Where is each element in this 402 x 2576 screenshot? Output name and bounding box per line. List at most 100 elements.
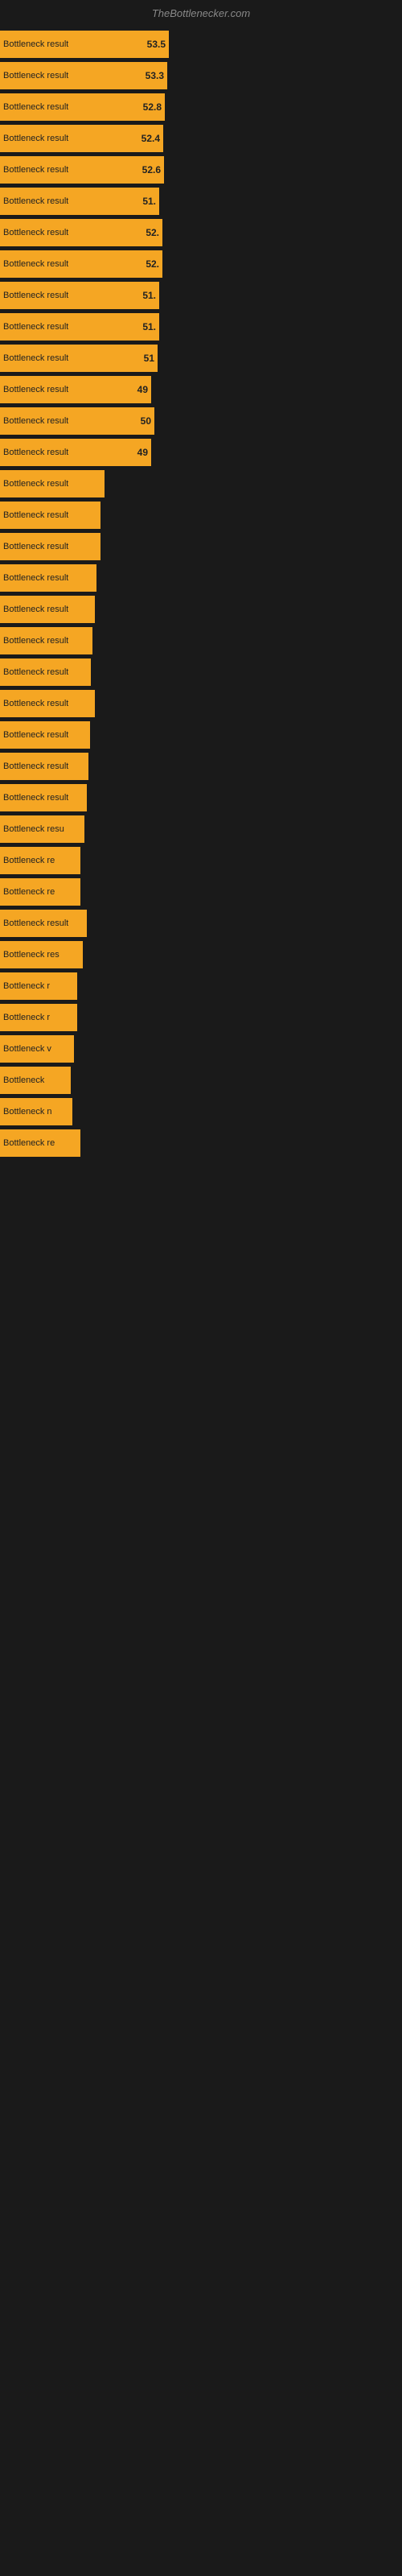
bar-row: Bottleneck result [0, 783, 402, 812]
bar-fill: Bottleneck result [0, 470, 105, 497]
bar-value: 49 [137, 447, 148, 458]
bar-label: Bottleneck result [3, 228, 68, 237]
bar-label: Bottleneck result [3, 291, 68, 300]
bar-label: Bottleneck result [3, 919, 68, 928]
bar-fill: Bottleneck result 50 [0, 407, 154, 435]
bar-row: Bottleneck result 51. [0, 312, 402, 341]
bar-row: Bottleneck result 49 [0, 438, 402, 467]
bar-fill: Bottleneck resu [0, 815, 84, 843]
bar-row: Bottleneck result [0, 752, 402, 781]
bar-fill: Bottleneck result [0, 627, 92, 654]
bar-fill: Bottleneck result [0, 910, 87, 937]
bar-row: Bottleneck re [0, 1129, 402, 1158]
bar-row: Bottleneck result [0, 532, 402, 561]
bar-fill: Bottleneck result 49 [0, 439, 151, 466]
bar-row: Bottleneck result52. [0, 250, 402, 279]
bar-row: Bottleneck result [0, 564, 402, 592]
bar-label: Bottleneck resu [3, 824, 64, 834]
bar-row: Bottleneck result [0, 720, 402, 749]
bar-row: Bottleneck result [0, 469, 402, 498]
bar-row: Bottleneck result [0, 658, 402, 687]
bar-label: Bottleneck result [3, 573, 68, 583]
bar-value: 53.3 [146, 70, 164, 81]
bar-label: Bottleneck r [3, 1013, 50, 1022]
bar-fill: Bottleneck r [0, 972, 77, 1000]
bar-row: Bottleneck r [0, 1003, 402, 1032]
bar-fill: Bottleneck result [0, 658, 91, 686]
bar-row: Bottleneck result 52.4 [0, 124, 402, 153]
bar-fill: Bottleneck result 53.3 [0, 62, 167, 89]
bar-label: Bottleneck result [3, 39, 68, 49]
bar-value: 49 [137, 384, 148, 395]
bar-label: Bottleneck result [3, 259, 68, 269]
bar-fill: Bottleneck v [0, 1035, 74, 1063]
bar-label: Bottleneck result [3, 353, 68, 363]
bar-fill: Bottleneck result 51. [0, 313, 159, 341]
bar-value: 51. [142, 321, 156, 332]
bar-label: Bottleneck result [3, 542, 68, 551]
bar-row: Bottleneck re [0, 846, 402, 875]
bar-row: Bottleneck n [0, 1097, 402, 1126]
bar-fill: Bottleneck result 52.4 [0, 125, 163, 152]
bar-row: Bottleneck result51 [0, 344, 402, 373]
bar-row: Bottleneck result51. [0, 187, 402, 216]
bar-value: 53.5 [147, 39, 166, 50]
bar-label: Bottleneck re [3, 856, 55, 865]
bar-label: Bottleneck result [3, 102, 68, 112]
bar-label: Bottleneck result [3, 322, 68, 332]
bar-label: Bottleneck result [3, 510, 68, 520]
bar-label: Bottleneck result [3, 71, 68, 80]
bar-value: 52.6 [142, 164, 161, 175]
bar-label: Bottleneck result [3, 605, 68, 614]
bar-fill: Bottleneck result 49 [0, 376, 151, 403]
bar-value: 50 [141, 415, 151, 427]
bar-row: Bottleneck result 52.6 [0, 155, 402, 184]
bar-fill: Bottleneck result 52.8 [0, 93, 165, 121]
bar-value: 52.4 [142, 133, 160, 144]
bar-fill: Bottleneck result [0, 753, 88, 780]
bar-label: Bottleneck result [3, 730, 68, 740]
bar-fill: Bottleneck result [0, 596, 95, 623]
bar-label: Bottleneck result [3, 134, 68, 143]
bar-label: Bottleneck re [3, 887, 55, 897]
bar-row: Bottleneck result52. [0, 218, 402, 247]
bar-row: Bottleneck result [0, 501, 402, 530]
bar-fill: Bottleneck result51 [0, 345, 158, 372]
bar-fill: Bottleneck re [0, 847, 80, 874]
bar-label: Bottleneck result [3, 699, 68, 708]
bar-label: Bottleneck result [3, 385, 68, 394]
bar-fill: Bottleneck re [0, 1129, 80, 1157]
bar-fill: Bottleneck result [0, 564, 96, 592]
bar-value: 52.8 [143, 101, 162, 113]
bar-label: Bottleneck result [3, 448, 68, 457]
bar-fill: Bottleneck r [0, 1004, 77, 1031]
bar-label: Bottleneck result [3, 762, 68, 771]
bar-fill: Bottleneck n [0, 1098, 72, 1125]
bar-row: Bottleneck result [0, 689, 402, 718]
bars-container: Bottleneck result 53.5 Bottleneck result 53… [0, 24, 402, 1163]
bar-fill: Bottleneck result [0, 784, 87, 811]
bar-label: Bottleneck n [3, 1107, 52, 1117]
site-title: TheBottlenecker.com [152, 7, 250, 19]
bar-label: Bottleneck result [3, 165, 68, 175]
bar-fill: Bottleneck result 51. [0, 282, 159, 309]
bar-row: Bottleneck re [0, 877, 402, 906]
bar-label: Bottleneck result [3, 636, 68, 646]
bar-fill: Bottleneck result [0, 533, 100, 560]
bar-row: Bottleneck result 49 [0, 375, 402, 404]
bar-label: Bottleneck result [3, 416, 68, 426]
bar-row: Bottleneck v [0, 1034, 402, 1063]
bar-row: Bottleneck result 53.5 [0, 30, 402, 59]
bar-row: Bottleneck result 53.3 [0, 61, 402, 90]
bar-row: Bottleneck [0, 1066, 402, 1095]
bar-row: Bottleneck r [0, 972, 402, 1001]
bar-row: Bottleneck resu [0, 815, 402, 844]
bar-fill: Bottleneck [0, 1067, 71, 1094]
bar-label: Bottleneck result [3, 667, 68, 677]
bar-label: Bottleneck re [3, 1138, 55, 1148]
bar-row: Bottleneck result 51. [0, 281, 402, 310]
bar-value: 51. [142, 196, 156, 207]
bar-row: Bottleneck result [0, 626, 402, 655]
bar-value: 51. [142, 290, 156, 301]
bar-fill: Bottleneck result [0, 721, 90, 749]
